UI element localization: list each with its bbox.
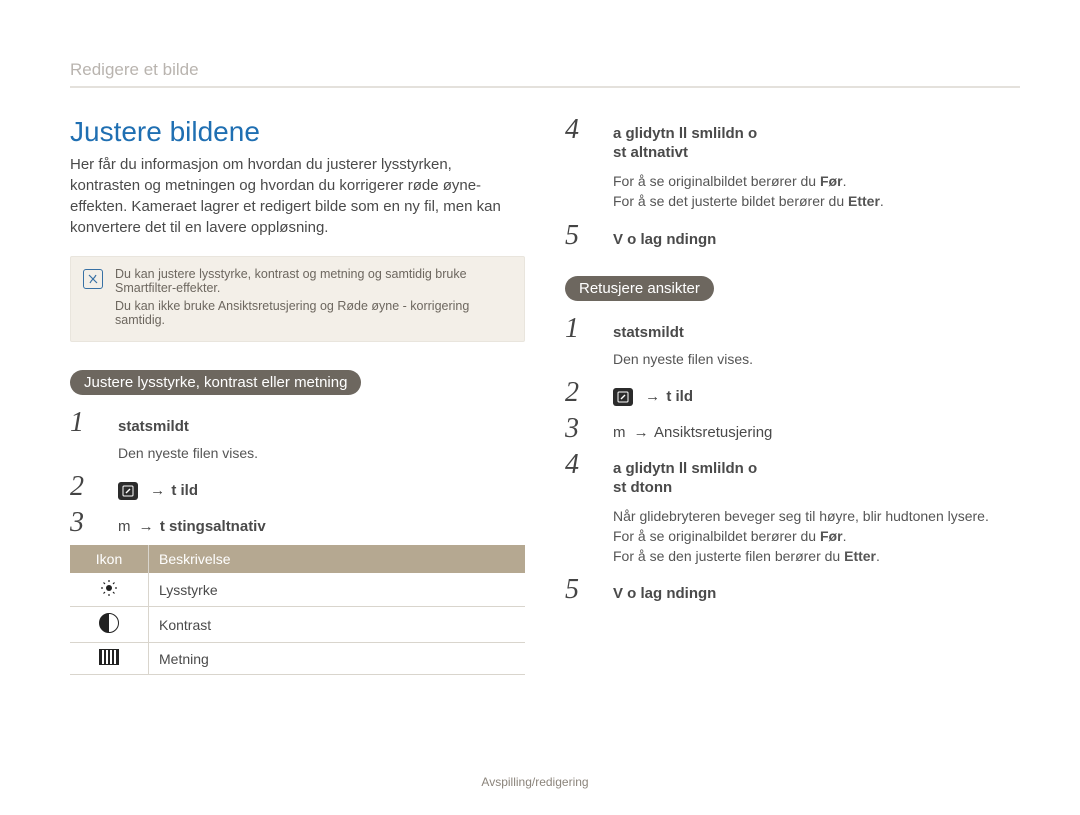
page-footer: Avspilling/redigering	[0, 775, 1080, 789]
step-1-sub: Den nyeste filen vises.	[118, 445, 525, 461]
footer-label: Avspilling/redigering	[481, 775, 588, 789]
table-cell: Kontrast	[149, 607, 526, 643]
note-box: Du kan justere lysstyrke, kontrast og me…	[70, 256, 525, 342]
note-line-1: Du kan justere lysstyrke, kontrast og me…	[115, 267, 512, 295]
step-1: 1 statsmildt	[565, 315, 1020, 343]
step-4-sub2a: For å se det justerte bildet berører du	[613, 193, 848, 209]
step-1: 1 statsmildt	[70, 409, 525, 437]
arrow-icon: →	[641, 388, 662, 405]
step-4-sub2b: Etter	[848, 193, 880, 209]
brightness-icon	[100, 579, 118, 597]
breadcrumb: Redigere et bilde	[70, 60, 1020, 88]
table-row: Kontrast	[70, 607, 525, 643]
saturation-icon	[99, 649, 119, 665]
step-4-sub2b: Etter	[844, 548, 876, 564]
step-4-sub0: Når glidebryteren beveger seg til høyre,…	[613, 506, 1020, 526]
table-row: Metning	[70, 643, 525, 675]
step-1-head: statsmildt	[118, 418, 189, 435]
options-table: Ikon Beskrivelse Lysstyrke Kontrast	[70, 545, 525, 675]
step-5: 5 V o lag ndingn	[565, 576, 1020, 604]
step-4-line2: st altnativt	[613, 144, 757, 161]
subsection-pill-retouch: Retusjere ansikter	[565, 276, 714, 301]
step-5-text: V o lag ndingn	[613, 585, 716, 602]
table-header-icon: Ikon	[70, 545, 149, 573]
step-2: 2 → t ild	[70, 473, 525, 501]
step-1-head: statsmildt	[613, 324, 684, 341]
table-cell: Lysstyrke	[149, 573, 526, 607]
table-row: Lysstyrke	[70, 573, 525, 607]
left-column: Justere bildene Her får du informasjon o…	[70, 116, 525, 675]
step-number: 1	[565, 315, 589, 343]
table-cell: Metning	[149, 643, 526, 675]
note-line-2: Du kan ikke bruke Ansiktsretusjering og …	[115, 299, 512, 327]
step-5-text: V o lag ndingn	[613, 231, 716, 248]
arrow-icon: →	[630, 424, 651, 441]
edit-icon	[613, 388, 633, 406]
step-number: 1	[70, 409, 94, 437]
intro-text: Her får du informasjon om hvordan du jus…	[70, 154, 525, 238]
step-number: 2	[70, 473, 94, 501]
step-4-sub1a: For å se originalbildet berører du	[613, 528, 820, 544]
step-4-line1: a glidytn ll smlildn o	[613, 125, 757, 142]
step-number: 2	[565, 379, 589, 407]
note-icon	[83, 269, 103, 289]
step-3: 3 m → Ansiktsretusjering	[565, 415, 1020, 443]
step-2: 2 → t ild	[565, 379, 1020, 407]
arrow-icon: →	[135, 518, 156, 535]
step-number: 5	[565, 576, 589, 604]
edit-icon	[118, 482, 138, 500]
table-header-desc: Beskrivelse	[149, 545, 526, 573]
steps-retouch: 1 statsmildt Den nyeste filen vises. 2 →…	[565, 315, 1020, 605]
step-4-line1: a glidytn ll smlildn o	[613, 460, 757, 477]
step-5: 5 V o lag ndingn	[565, 222, 1020, 250]
steps-adjust-continued: 4 a glidytn ll smlildn o st altnativt Fo…	[565, 116, 1020, 250]
step-4-sub1b: Før	[820, 528, 843, 544]
step-1-sub: Den nyeste filen vises.	[613, 351, 1020, 367]
step-number: 5	[565, 222, 589, 250]
subsection-pill-adjust: Justere lysstyrke, kontrast eller metnin…	[70, 370, 361, 395]
steps-adjust: 1 statsmildt Den nyeste filen vises. 2 →…	[70, 409, 525, 537]
step-4-sub1a: For å se originalbildet berører du	[613, 173, 820, 189]
page-title: Justere bildene	[70, 116, 525, 148]
step-4-line2: st dtonn	[613, 479, 757, 496]
step-2-tail: t ild	[666, 388, 693, 405]
contrast-icon	[99, 613, 119, 633]
step-number: 3	[70, 509, 94, 537]
step-4-sub1b: Før	[820, 173, 843, 189]
step-4: 4 a glidytn ll smlildn o st altnativt	[565, 116, 1020, 163]
arrow-icon: →	[146, 482, 167, 499]
step-3-target: t stingsaltnativ	[160, 518, 266, 535]
content-columns: Justere bildene Her får du informasjon o…	[70, 116, 1020, 675]
step-2-tail: t ild	[171, 482, 198, 499]
step-number: 4	[565, 451, 589, 479]
step-number: 4	[565, 116, 589, 144]
right-column: 4 a glidytn ll smlildn o st altnativt Fo…	[565, 116, 1020, 675]
step-3-prefix: m	[613, 424, 626, 441]
step-number: 3	[565, 415, 589, 443]
step-3-prefix: m	[118, 518, 131, 535]
step-3-target: Ansiktsretusjering	[654, 424, 772, 441]
step-4: 4 a glidytn ll smlildn o st dtonn	[565, 451, 1020, 498]
step-4-sub2a: For å se den justerte filen berører du	[613, 548, 844, 564]
step-3: 3 m → t stingsaltnativ	[70, 509, 525, 537]
